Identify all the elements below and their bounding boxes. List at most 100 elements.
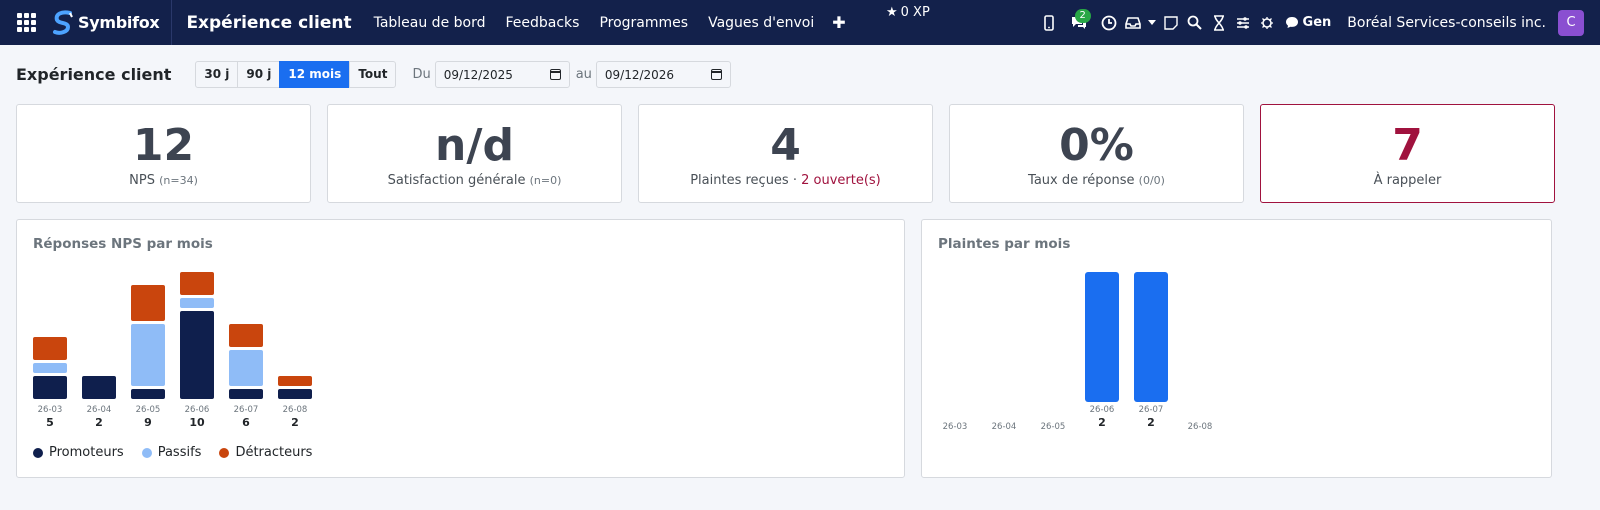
chevron-down-icon[interactable] — [1145, 0, 1159, 45]
bar-total-label: 2 — [291, 416, 299, 429]
x-tick-label: 26-05 — [1041, 422, 1066, 432]
x-tick-label: 26-06 — [185, 405, 210, 415]
hourglass-icon[interactable] — [1207, 0, 1231, 45]
kpi-response-rate-count: (0/0) — [1138, 174, 1165, 187]
kpi-response-rate-card[interactable]: 0% Taux de réponse (0/0) — [949, 104, 1244, 203]
search-icon[interactable] — [1183, 0, 1207, 45]
gen-button[interactable]: Gen — [1285, 15, 1332, 30]
sliders-icon[interactable] — [1231, 0, 1255, 45]
date-from-input[interactable]: 09/12/2025 — [434, 61, 570, 88]
x-tick-label: 26-08 — [283, 405, 308, 415]
star-icon: ★ — [886, 5, 898, 20]
app-title[interactable]: Expérience client — [186, 13, 351, 33]
bar-segment-promoteurs[interactable] — [180, 311, 214, 399]
x-tick-label: 26-06 — [1090, 405, 1115, 415]
x-tick-label: 26-04 — [87, 405, 112, 415]
menu-item-vagues-envoi[interactable]: Vagues d'envoi — [698, 15, 824, 31]
complaints-chart-title: Plaintes par mois — [938, 236, 1071, 252]
bar-segment-passifs[interactable] — [180, 298, 214, 308]
bar-segment-promoteurs[interactable] — [229, 389, 263, 399]
kpi-nps-count: (n=34) — [159, 174, 198, 187]
bar-segment-détracteurs[interactable] — [33, 337, 67, 360]
date-to-input[interactable]: 09/12/2026 — [595, 61, 731, 88]
kpi-response-rate-value: 0% — [1059, 120, 1134, 171]
legend-dot — [141, 447, 152, 458]
menu-item-tableau-de-bord[interactable]: Tableau de bord — [364, 15, 496, 31]
kpi-nps-label: NPS — [129, 173, 155, 188]
nps-legend: Promoteurs Passifs Détracteurs — [33, 445, 312, 460]
x-tick-label: 26-03 — [943, 422, 968, 432]
bar-total-label: 6 — [242, 416, 250, 429]
clock-icon[interactable] — [1097, 0, 1121, 45]
speech-bubble-icon — [1285, 17, 1298, 28]
bar-segment-passifs[interactable] — [33, 363, 67, 373]
period-12-months-button[interactable]: 12 mois — [279, 61, 351, 88]
note-icon[interactable] — [1159, 0, 1183, 45]
legend-passives[interactable]: Passifs — [141, 445, 202, 460]
bar-segment-passifs[interactable] — [229, 350, 263, 386]
kpi-satisfaction-card[interactable]: n/d Satisfaction générale (n=0) — [327, 104, 622, 203]
kpi-response-rate-label: Taux de réponse — [1028, 173, 1135, 188]
bar-segment-détracteurs[interactable] — [278, 376, 312, 386]
bar-segment-détracteurs[interactable] — [229, 324, 263, 347]
menu-item-feedbacks[interactable]: Feedbacks — [495, 15, 589, 31]
xp-value: 0 XP — [900, 5, 930, 20]
legend-label: Détracteurs — [235, 445, 313, 460]
legend-detractors[interactable]: Détracteurs — [219, 445, 312, 460]
chat-icon[interactable]: 2 — [1061, 0, 1097, 45]
x-tick-label: 26-07 — [1139, 405, 1164, 415]
complaint-bar[interactable] — [1134, 272, 1168, 402]
legend-label: Passifs — [157, 445, 202, 460]
filter-bar: Expérience client 30 j 90 j 12 mois Tout… — [16, 61, 737, 88]
symbifox-logo-icon — [53, 9, 73, 35]
apps-menu-icon[interactable] — [0, 0, 52, 45]
kpi-complaints-label: Plaintes reçues · — [690, 173, 802, 188]
kpi-callback-card[interactable]: 7 À rappeler — [1260, 104, 1555, 203]
kpi-satisfaction-value: n/d — [435, 120, 514, 171]
bar-segment-promoteurs[interactable] — [131, 389, 165, 399]
bar-value-label: 2 — [1147, 416, 1155, 429]
xp-counter[interactable]: ★ 0 XP — [886, 5, 930, 20]
bar-segment-passifs[interactable] — [131, 324, 165, 386]
legend-promoters[interactable]: Promoteurs — [33, 445, 124, 460]
period-selector: 30 j 90 j 12 mois Tout — [195, 61, 397, 88]
bar-segment-promoteurs[interactable] — [82, 376, 116, 399]
date-from-value: 09/12/2025 — [443, 67, 513, 82]
kpi-complaints-open[interactable]: 2 ouverte(s) — [801, 173, 881, 188]
legend-dot — [219, 447, 230, 458]
company-switcher[interactable]: Boréal Services-conseils inc. — [1347, 15, 1546, 31]
bar-value-label: 2 — [1098, 416, 1106, 429]
x-tick-label: 26-07 — [234, 405, 259, 415]
navbar-right: 2 Gen Boréal Services-conseils inc. C — [1037, 0, 1600, 45]
bar-segment-promoteurs[interactable] — [33, 376, 67, 399]
inbox-icon[interactable] — [1121, 0, 1145, 45]
brand[interactable]: Symbifox — [52, 0, 173, 45]
period-30-days-button[interactable]: 30 j — [195, 61, 239, 88]
kpi-complaints-card[interactable]: 4 Plaintes reçues · 2 ouverte(s) — [638, 104, 933, 203]
x-tick-label: 26-03 — [38, 405, 63, 415]
add-icon[interactable]: ✚ — [824, 13, 853, 32]
period-all-button[interactable]: Tout — [349, 61, 397, 88]
kpi-complaints-value: 4 — [770, 120, 801, 171]
chat-badge: 2 — [1074, 9, 1091, 23]
bar-segment-promoteurs[interactable] — [278, 389, 312, 399]
menu-item-programmes[interactable]: Programmes — [589, 15, 698, 31]
bug-icon[interactable] — [1255, 0, 1279, 45]
nps-chart-title: Réponses NPS par mois — [33, 236, 213, 252]
kpi-nps-card[interactable]: 12 NPS (n=34) — [16, 104, 311, 203]
bar-segment-détracteurs[interactable] — [131, 285, 165, 321]
mobile-icon[interactable] — [1037, 0, 1061, 45]
from-label: Du — [412, 67, 431, 82]
avatar[interactable]: C — [1558, 9, 1584, 36]
calendar-icon[interactable] — [710, 69, 722, 80]
kpi-nps-value: 12 — [132, 120, 195, 171]
brand-name: Symbifox — [78, 13, 160, 32]
calendar-icon[interactable] — [549, 69, 561, 80]
gen-label: Gen — [1302, 15, 1332, 30]
complaint-bar[interactable] — [1085, 272, 1119, 402]
bar-segment-détracteurs[interactable] — [180, 272, 214, 295]
period-90-days-button[interactable]: 90 j — [237, 61, 281, 88]
bar-total-label: 2 — [95, 416, 103, 429]
main-menu: Tableau de bord Feedbacks Programmes Vag… — [364, 13, 854, 32]
kpi-callback-label: À rappeler — [1373, 173, 1442, 188]
